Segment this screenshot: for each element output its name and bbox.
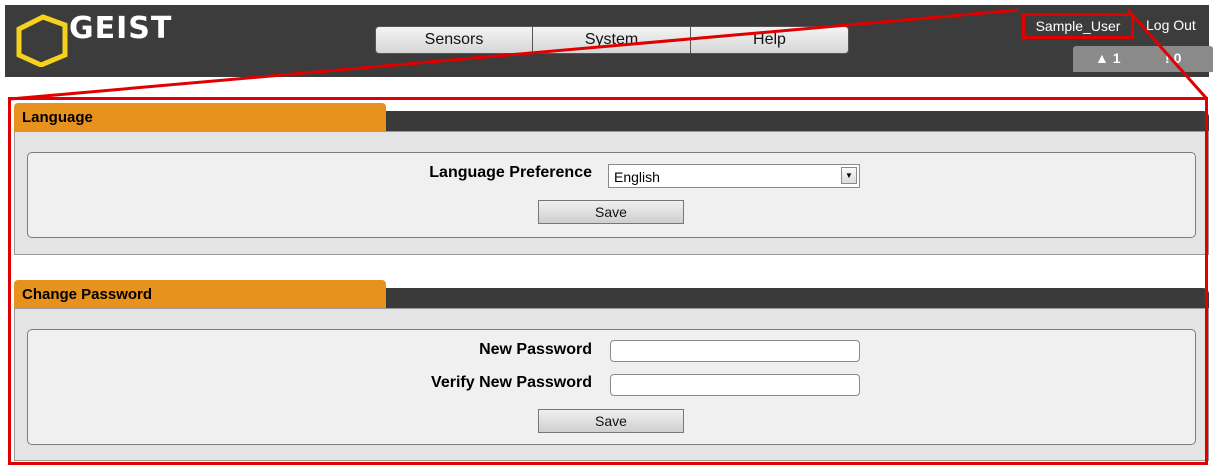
highlight-frame bbox=[8, 97, 1208, 465]
